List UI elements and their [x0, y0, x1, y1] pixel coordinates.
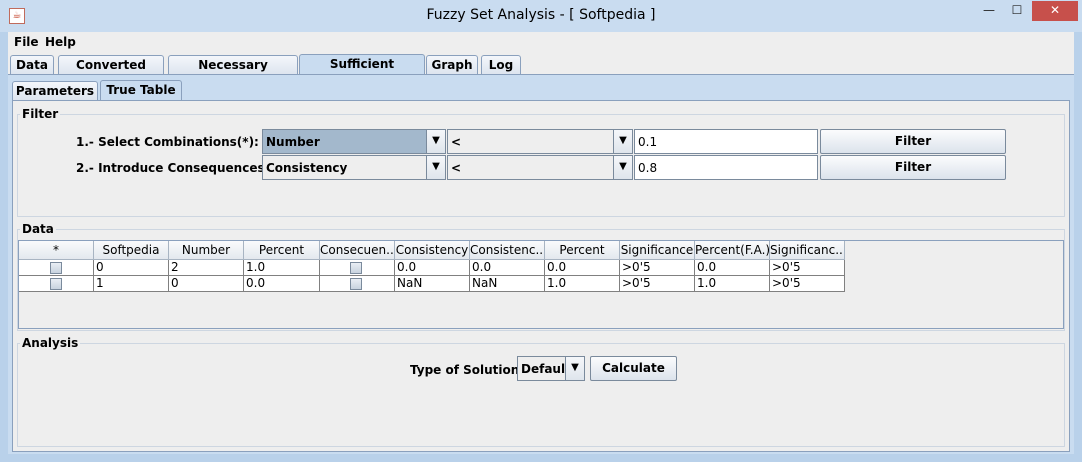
analysis-group-title: Analysis — [20, 336, 81, 350]
analysis-group: Analysis Type of Solution: Default ▼ Cal… — [17, 336, 1065, 447]
column-header[interactable]: Consistency — [395, 241, 470, 260]
tab-true-table[interactable]: True Table — [100, 80, 182, 101]
close-button[interactable]: ✕ — [1032, 1, 1078, 21]
combinations-operator-select[interactable]: < ▼ — [447, 129, 633, 154]
tab-converted-data[interactable]: Converted Data — [58, 55, 164, 90]
minimize-button[interactable]: — — [975, 1, 1003, 21]
chevron-down-icon[interactable]: ▼ — [565, 357, 584, 380]
chevron-down-icon[interactable]: ▼ — [426, 156, 445, 179]
table-cell[interactable] — [19, 276, 94, 292]
calculate-button[interactable]: Calculate — [590, 356, 677, 381]
maximize-button[interactable]: ☐ — [1003, 1, 1031, 21]
table-cell[interactable]: 0.0 — [470, 260, 545, 276]
table-cell[interactable] — [19, 260, 94, 276]
combinations-field-select[interactable]: Number ▼ — [262, 129, 446, 154]
truth-table[interactable]: * Softpedia Number Percent Consecuen... … — [18, 240, 1064, 329]
select-combinations-label: 1.- Select Combinations(*): — [76, 135, 259, 149]
window-title: Fuzzy Set Analysis - [ Softpedia ] — [426, 7, 656, 23]
true-table-pane: Filter 1.- Select Combinations(*): Numbe… — [12, 100, 1070, 452]
filter-group: Filter 1.- Select Combinations(*): Numbe… — [17, 107, 1065, 217]
main-tab-bar: Data Converted Data Necessary Analysis S… — [8, 54, 1074, 90]
chevron-down-icon[interactable]: ▼ — [426, 130, 445, 153]
tab-parameters[interactable]: Parameters — [12, 81, 98, 100]
column-header[interactable]: Percent — [244, 241, 320, 260]
menubar: File Help — [8, 32, 1074, 54]
consequences-operator-select[interactable]: < ▼ — [447, 155, 633, 180]
table-cell[interactable]: >0'5 — [770, 260, 845, 276]
sub-tab-bar: Parameters True Table — [12, 80, 1070, 101]
column-header[interactable]: Percent — [545, 241, 620, 260]
table-cell[interactable]: 0.0 — [244, 276, 320, 292]
table-cell[interactable]: 0.0 — [395, 260, 470, 276]
introduce-consequences-label: 2.- Introduce Consequences(**): — [76, 161, 293, 175]
window-titlebar[interactable]: ☕ Fuzzy Set Analysis - [ Softpedia ] — ☐… — [0, 0, 1082, 32]
tab-graph[interactable]: Graph — [426, 55, 478, 74]
consequences-value-input[interactable]: 0.8 — [634, 155, 818, 180]
consequence-checkbox[interactable] — [350, 278, 362, 290]
table-cell[interactable]: 1.0 — [244, 260, 320, 276]
tab-necessary-analysis[interactable]: Necessary Analysis — [168, 55, 298, 90]
tab-data[interactable]: Data — [10, 55, 54, 74]
table-cell[interactable]: NaN — [395, 276, 470, 292]
chevron-down-icon[interactable]: ▼ — [613, 130, 632, 153]
data-group-title: Data — [20, 222, 56, 236]
column-header[interactable]: Percent(F.A.) — [695, 241, 770, 260]
column-header[interactable]: Consistenc... — [470, 241, 545, 260]
table-cell[interactable]: 1.0 — [545, 276, 620, 292]
table-cell[interactable]: 1 — [94, 276, 169, 292]
tab-log[interactable]: Log — [481, 55, 521, 74]
type-of-solution-label: Type of Solution: — [410, 363, 525, 377]
type-of-solution-value: Default — [521, 362, 571, 376]
table-cell[interactable]: >0'5 — [620, 276, 695, 292]
table-cell[interactable]: >0'5 — [620, 260, 695, 276]
table-cell[interactable]: 2 — [169, 260, 244, 276]
menu-help[interactable]: Help — [45, 35, 76, 49]
filter-consequences-button[interactable]: Filter — [820, 155, 1006, 180]
column-header[interactable]: Number — [169, 241, 244, 260]
combinations-field-value: Number — [266, 135, 320, 149]
tab-sufficient-analysis[interactable]: Sufficient Analysis — [299, 54, 425, 89]
table-cell[interactable]: NaN — [470, 276, 545, 292]
column-header[interactable]: Significance — [620, 241, 695, 260]
chevron-down-icon[interactable]: ▼ — [613, 156, 632, 179]
table-cell[interactable] — [320, 276, 395, 292]
table-cell[interactable]: 0.0 — [695, 260, 770, 276]
table-cell[interactable]: 0 — [169, 276, 244, 292]
table-cell[interactable]: 1.0 — [695, 276, 770, 292]
filter-combinations-button[interactable]: Filter — [820, 129, 1006, 154]
consequences-operator-value: < — [451, 161, 462, 175]
column-header[interactable]: Softpedia — [94, 241, 169, 260]
row-select-checkbox[interactable] — [50, 262, 62, 274]
consequences-field-select[interactable]: Consistency ▼ — [262, 155, 446, 180]
type-of-solution-select[interactable]: Default ▼ — [517, 356, 585, 381]
sufficient-analysis-pane: Parameters True Table Filter 1.- Select … — [8, 74, 1074, 454]
consequence-checkbox[interactable] — [350, 262, 362, 274]
consequences-field-value: Consistency — [266, 161, 348, 175]
table-cell[interactable]: 0.0 — [545, 260, 620, 276]
combinations-value-input[interactable]: 0.1 — [634, 129, 818, 154]
column-header[interactable]: * — [19, 241, 94, 260]
filter-group-title: Filter — [20, 107, 61, 121]
combinations-operator-value: < — [451, 135, 462, 149]
column-header[interactable]: Consecuen... — [320, 241, 395, 260]
row-select-checkbox[interactable] — [50, 278, 62, 290]
menu-file[interactable]: File — [14, 35, 39, 49]
column-header[interactable]: Significanc... — [770, 241, 845, 260]
data-group: Data * Softpedia Number Percent Consecue… — [17, 222, 1065, 331]
window-client: File Help Data Converted Data Necessary … — [8, 32, 1074, 454]
table-cell[interactable]: 0 — [94, 260, 169, 276]
table-cell[interactable] — [320, 260, 395, 276]
table-cell[interactable]: >0'5 — [770, 276, 845, 292]
